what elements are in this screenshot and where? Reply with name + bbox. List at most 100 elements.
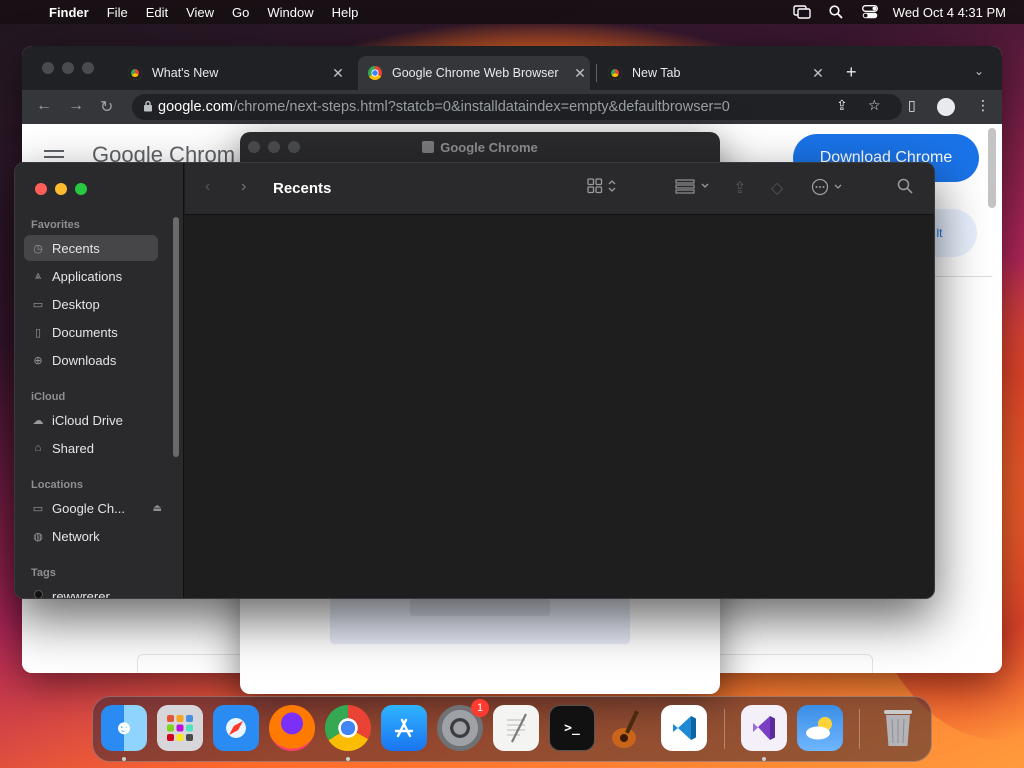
sidebar-scrollbar[interactable] <box>173 217 179 457</box>
spotlight-search-icon[interactable] <box>819 5 853 19</box>
tag-icon[interactable]: ◇ <box>771 178 783 198</box>
eject-icon[interactable]: ⏏ <box>153 503 162 514</box>
dialog-minimize-button[interactable] <box>268 141 280 153</box>
sidebar-item-desktop[interactable]: ▭ Desktop <box>24 291 158 317</box>
dialog-zoom-button[interactable] <box>288 141 300 153</box>
sidebar-item-applications[interactable]: ⩓ Applications <box>24 263 158 289</box>
sidebar-item-label: Shared <box>52 440 94 456</box>
dialog-title: Google Chrome <box>440 139 538 155</box>
desktop-icon: ▭ <box>32 298 44 311</box>
more-actions-icon[interactable] <box>811 178 847 201</box>
back-chevron-icon[interactable]: ‹ <box>205 178 210 196</box>
lock-icon[interactable] <box>132 100 158 115</box>
launchpad-icon[interactable] <box>157 705 203 751</box>
weather-icon[interactable] <box>797 705 843 751</box>
side-panel-icon[interactable]: ▯ <box>908 97 916 114</box>
sidebar-item-network[interactable]: ◍ Network <box>24 523 158 549</box>
firefox-icon[interactable] <box>269 705 315 751</box>
running-indicator <box>346 757 350 761</box>
chrome-favicon-icon <box>368 66 382 80</box>
garageband-icon[interactable] <box>605 705 651 751</box>
sidebar-header-favorites: Favorites <box>31 219 80 231</box>
sidebar-header-locations: Locations <box>31 479 83 491</box>
sidebar-item-google-chrome-volume[interactable]: ▭ Google Ch... ⏏ <box>24 495 162 521</box>
address-bar[interactable]: google.com/chrome/next-steps.html?statcb… <box>132 94 902 120</box>
dialog-close-button[interactable] <box>248 141 260 153</box>
back-arrow-icon[interactable]: ← <box>36 97 52 115</box>
bookmark-star-icon[interactable]: ☆ <box>868 97 881 114</box>
new-tab-plus-icon[interactable]: + <box>846 62 857 83</box>
window-zoom-button[interactable] <box>82 62 94 74</box>
page-scrollbar[interactable] <box>988 128 996 208</box>
applications-icon: ⩓ <box>34 269 42 282</box>
dialog-install-target[interactable] <box>410 598 550 616</box>
window-close-button[interactable] <box>42 62 54 74</box>
tab-title: What's New <box>152 66 219 80</box>
sidebar-item-icloud-drive[interactable]: ☁ iCloud Drive <box>24 407 158 433</box>
safari-icon[interactable] <box>213 705 259 751</box>
finder-close-button[interactable] <box>35 183 47 195</box>
url-path: /chrome/next-steps.html?statcb=0&install… <box>232 99 730 115</box>
menu-help[interactable]: Help <box>323 5 368 20</box>
screen-mirroring-icon[interactable] <box>785 5 819 19</box>
finder-zoom-button[interactable] <box>75 183 87 195</box>
tab-close-icon[interactable]: ✕ <box>328 65 348 82</box>
chrome-tab-strip: What's New ✕ Google Chrome Web Browser ✕… <box>22 46 1002 90</box>
chrome-favicon-icon <box>128 66 142 80</box>
tab-close-icon[interactable]: ✕ <box>808 65 828 82</box>
forward-chevron-icon[interactable]: › <box>241 178 246 196</box>
sidebar-item-label: rewwrerer <box>52 588 110 599</box>
menu-file[interactable]: File <box>98 5 137 20</box>
menu-bar: Finder File Edit View Go Window Help Wed… <box>0 0 1024 24</box>
search-icon[interactable] <box>897 178 913 199</box>
tab-google-chrome-web-browser[interactable]: Google Chrome Web Browser ✕ <box>358 56 590 90</box>
app-store-icon[interactable] <box>381 705 427 751</box>
profile-avatar-icon[interactable] <box>937 98 955 116</box>
sidebar-header-icloud: iCloud <box>31 391 66 403</box>
visual-studio-icon[interactable] <box>741 705 787 751</box>
control-center-icon[interactable] <box>853 5 887 19</box>
sidebar-tag-item[interactable]: rewwrerer <box>24 583 158 599</box>
tab-whats-new[interactable]: What's New ✕ <box>118 56 348 90</box>
settings-icon[interactable]: 1 <box>437 699 489 751</box>
terminal-icon[interactable]: >_ <box>549 705 595 751</box>
tab-close-icon[interactable]: ✕ <box>570 65 590 82</box>
menu-edit[interactable]: Edit <box>137 5 177 20</box>
tab-search-chevron-icon[interactable]: ⌄ <box>974 64 984 78</box>
icon-view-icon[interactable] <box>587 178 617 199</box>
sidebar-item-documents[interactable]: ▯ Documents <box>24 319 158 345</box>
menu-clock[interactable]: Wed Oct 4 4:31 PM <box>887 5 1024 20</box>
share-icon[interactable]: ⇪ <box>836 97 848 114</box>
chrome-icon[interactable] <box>325 705 371 751</box>
tab-new-tab[interactable]: New Tab ✕ <box>598 56 828 90</box>
menu-view[interactable]: View <box>177 5 223 20</box>
menu-go[interactable]: Go <box>223 5 258 20</box>
menu-window[interactable]: Window <box>258 5 322 20</box>
sidebar-item-recents[interactable]: ◷ Recents <box>24 235 158 261</box>
share-icon[interactable]: ⇪ <box>733 178 746 198</box>
window-minimize-button[interactable] <box>62 62 74 74</box>
sidebar-item-downloads[interactable]: ⊕ Downloads <box>24 347 158 373</box>
sidebar-item-label: Downloads <box>52 352 117 368</box>
sidebar-item-label: Desktop <box>52 296 100 312</box>
forward-arrow-icon[interactable]: → <box>68 97 84 115</box>
disk-image-icon <box>422 141 435 153</box>
trash-icon[interactable] <box>875 705 921 751</box>
textedit-icon[interactable] <box>493 705 539 751</box>
sidebar-header-tags: Tags <box>31 567 56 579</box>
tab-title: Google Chrome Web Browser <box>392 66 559 80</box>
finder-minimize-button[interactable] <box>55 183 67 195</box>
reload-icon[interactable]: ↻ <box>100 97 113 117</box>
menu-app-name[interactable]: Finder <box>40 5 98 20</box>
page-divider <box>932 276 992 277</box>
finder-file-area[interactable] <box>185 215 934 598</box>
sidebar-item-shared[interactable]: ⌂ Shared <box>24 435 158 461</box>
chrome-menu-icon[interactable]: ⋮ <box>976 97 990 114</box>
vscode-icon[interactable] <box>661 705 707 751</box>
finder-icon[interactable]: ☻ <box>101 705 147 751</box>
download-icon: ⊕ <box>33 354 43 367</box>
document-icon: ▯ <box>34 326 42 339</box>
sidebar-item-label: Recents <box>52 240 100 256</box>
group-by-icon[interactable] <box>675 178 711 199</box>
finder-toolbar: ‹ › Recents ⇪ ◇ <box>185 163 934 215</box>
